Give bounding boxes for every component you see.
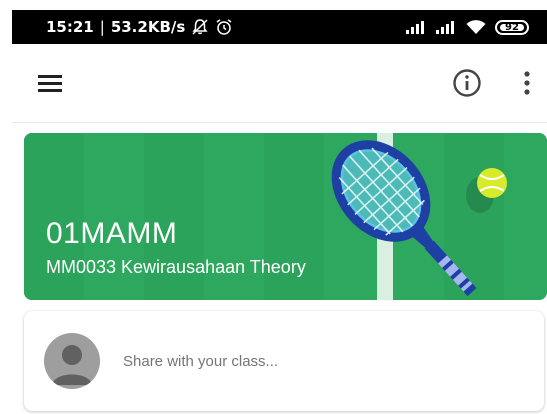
status-separator: | xyxy=(99,18,105,36)
alarm-icon xyxy=(216,19,232,35)
class-subtitle: MM0033 Kewirausahaan Theory xyxy=(46,257,306,277)
status-network-speed: 53.2KB/s xyxy=(110,18,186,36)
more-vert-icon xyxy=(524,71,530,95)
class-info-button[interactable] xyxy=(450,66,484,100)
app-bar xyxy=(12,44,547,123)
share-with-class-box[interactable]: Share with your class... xyxy=(24,311,544,411)
muted-bell-icon xyxy=(192,19,208,35)
menu-button[interactable] xyxy=(36,71,66,95)
more-options-button[interactable] xyxy=(512,66,542,100)
class-name: 01MAMM xyxy=(46,217,178,250)
battery-icon: 92 xyxy=(495,19,529,35)
signal-1-icon xyxy=(406,21,424,34)
info-icon xyxy=(453,69,481,97)
battery-level: 92 xyxy=(505,21,519,33)
share-input-placeholder: Share with your class... xyxy=(123,353,279,370)
status-time: 15:21 xyxy=(46,18,94,36)
status-bar: 15:21 | 53.2KB/s 92 xyxy=(12,10,547,44)
wifi-icon xyxy=(466,20,486,34)
hamburger-menu-icon xyxy=(38,75,62,92)
person-icon xyxy=(52,345,92,385)
signal-2-icon xyxy=(436,21,454,34)
class-banner[interactable]: 01MAMM MM0033 Kewirausahaan Theory xyxy=(24,133,547,300)
avatar xyxy=(44,333,100,389)
